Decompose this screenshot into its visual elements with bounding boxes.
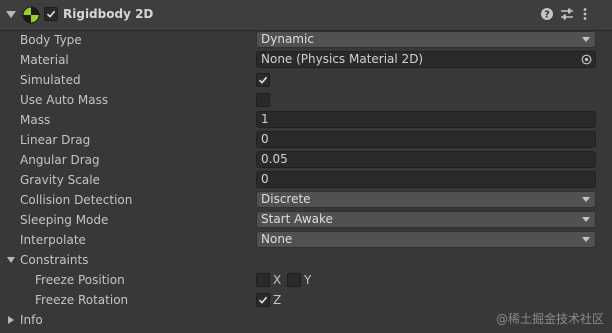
linear-drag-label: Linear Drag <box>20 133 91 147</box>
simulated-checkbox[interactable] <box>256 73 270 87</box>
material-value: None (Physics Material 2D) <box>261 52 424 66</box>
angular-drag-row: Angular Drag 0.05 <box>0 150 612 170</box>
sleeping-mode-label: Sleeping Mode <box>20 213 109 227</box>
help-icon[interactable]: ? <box>540 7 554 21</box>
body-type-dropdown[interactable]: Dynamic <box>256 31 596 48</box>
collision-detection-row: Collision Detection Discrete <box>0 190 612 210</box>
gravity-scale-label: Gravity Scale <box>20 173 100 187</box>
body-type-label: Body Type <box>20 33 82 47</box>
collision-detection-dropdown[interactable]: Discrete <box>256 191 596 208</box>
foldout-collapsed-icon[interactable] <box>8 316 14 324</box>
linear-drag-row: Linear Drag 0 <box>0 130 612 150</box>
watermark-text: @稀土掘金技术社区 <box>495 312 604 326</box>
chevron-down-icon <box>582 37 590 42</box>
gravity-scale-row: Gravity Scale 0 <box>0 170 612 190</box>
angular-drag-label: Angular Drag <box>20 153 100 167</box>
freeze-position-label: Freeze Position <box>35 273 125 287</box>
constraints-label: Constraints <box>20 253 89 267</box>
rigidbody-icon <box>22 6 40 24</box>
foldout-expanded-icon[interactable] <box>7 257 15 263</box>
interpolate-row: Interpolate None <box>0 230 612 250</box>
sleeping-mode-dropdown[interactable]: Start Awake <box>256 211 596 228</box>
simulated-row: Simulated <box>0 70 612 90</box>
component-header[interactable]: Rigidbody 2D ? <box>0 0 612 31</box>
chevron-down-icon <box>582 237 590 242</box>
menu-icon[interactable] <box>578 7 592 21</box>
preset-icon[interactable] <box>560 7 574 21</box>
material-label: Material <box>20 53 69 67</box>
interpolate-label: Interpolate <box>20 233 86 247</box>
mass-row: Mass 1 <box>0 110 612 130</box>
interpolate-value: None <box>261 232 293 246</box>
linear-drag-input[interactable]: 0 <box>256 131 596 148</box>
fold-arrow-icon[interactable] <box>6 11 16 18</box>
sleeping-mode-value: Start Awake <box>261 212 333 226</box>
freeze-position-y-checkbox[interactable] <box>287 273 301 287</box>
checkmark-icon <box>258 296 268 304</box>
chevron-down-icon <box>582 197 590 202</box>
object-picker-icon[interactable] <box>581 54 592 65</box>
gravity-scale-input[interactable]: 0 <box>256 171 596 188</box>
material-row: Material None (Physics Material 2D) <box>0 50 612 70</box>
use-auto-mass-checkbox[interactable] <box>256 93 270 107</box>
freeze-rotation-label: Freeze Rotation <box>35 293 129 307</box>
checkmark-icon <box>46 10 56 18</box>
freeze-rotation-z-checkbox[interactable] <box>256 293 270 307</box>
component-title: Rigidbody 2D <box>63 7 154 21</box>
collision-detection-label: Collision Detection <box>20 193 133 207</box>
interpolate-dropdown[interactable]: None <box>256 231 596 248</box>
freeze-position-x-label: X <box>273 273 282 287</box>
info-label: Info <box>20 313 43 327</box>
simulated-label: Simulated <box>20 73 81 87</box>
freeze-rotation-z-label: Z <box>273 293 282 307</box>
body-type-value: Dynamic <box>261 32 314 46</box>
material-object-field[interactable]: None (Physics Material 2D) <box>256 51 596 68</box>
component-enabled-checkbox[interactable] <box>44 7 58 21</box>
chevron-down-icon <box>582 217 590 222</box>
sleeping-mode-row: Sleeping Mode Start Awake <box>0 210 612 230</box>
mass-input[interactable]: 1 <box>256 111 596 128</box>
freeze-rotation-row: Freeze Rotation Z <box>0 290 612 310</box>
constraints-foldout[interactable]: Constraints <box>0 250 612 270</box>
freeze-position-y-label: Y <box>304 273 312 287</box>
use-auto-mass-label: Use Auto Mass <box>20 93 109 107</box>
use-auto-mass-row: Use Auto Mass <box>0 90 612 110</box>
checkmark-icon <box>258 76 268 84</box>
mass-label: Mass <box>20 113 51 127</box>
freeze-position-x-checkbox[interactable] <box>256 273 270 287</box>
svg-text:?: ? <box>544 10 550 21</box>
collision-detection-value: Discrete <box>261 192 311 206</box>
freeze-position-row: Freeze Position X Y <box>0 270 612 290</box>
body-type-row: Body Type Dynamic <box>0 30 612 50</box>
angular-drag-input[interactable]: 0.05 <box>256 151 596 168</box>
